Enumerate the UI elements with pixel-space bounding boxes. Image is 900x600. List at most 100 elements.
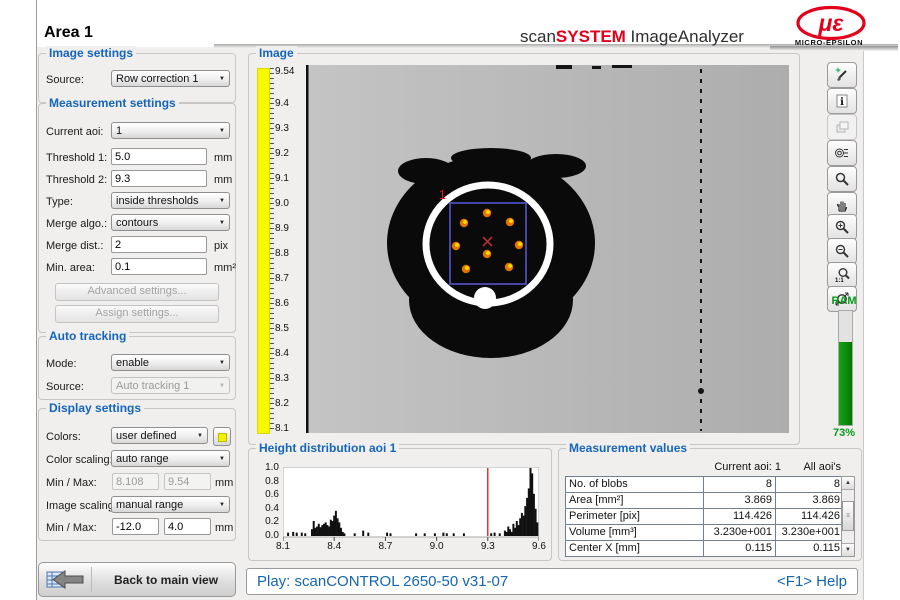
- height-distribution-group: Height distribution aoi 1 1.00.80.60.40.…: [248, 448, 552, 561]
- row-value: 0.115: [776, 541, 842, 556]
- help-link[interactable]: <F1> Help: [777, 573, 847, 590]
- image-canvas[interactable]: 1: [306, 65, 789, 433]
- threshold2-label: Threshold 2:: [46, 174, 107, 186]
- type-select[interactable]: inside thresholds▼: [111, 192, 230, 209]
- status-bar: Play: scanCONTROL 2650-50 v31-07 <F1> He…: [246, 568, 858, 595]
- ram-label: RAM: [824, 295, 864, 307]
- canvas-left-edge: [306, 65, 309, 433]
- histogram-x-tick-label: 9.6: [525, 541, 553, 552]
- chevron-down-icon: ▼: [219, 128, 225, 134]
- merge-dist-label: Merge dist.:: [46, 240, 103, 252]
- row-value: 3.869: [704, 493, 776, 508]
- height-colorbar: [257, 68, 270, 434]
- white-notch: [474, 287, 496, 309]
- zoom-out-button[interactable]: [827, 238, 857, 264]
- table-scrollbar[interactable]: ▲ ≡ ▼: [841, 476, 855, 557]
- row-value: 114.426: [704, 509, 776, 524]
- noise-speckle: [592, 66, 601, 69]
- image-group: Image 9.549.49.39.29.19.08.98.88.78.68.5…: [248, 53, 800, 445]
- measure-picker-icon: [834, 67, 850, 83]
- measurement-values-table: No. of blobs88Area [mm²]3.8693.869Perime…: [565, 476, 843, 557]
- noise-speckle: [698, 388, 704, 394]
- find-button[interactable]: [827, 166, 857, 192]
- type-label: Type:: [46, 196, 73, 208]
- histogram-x-tick-label: 9.3: [474, 541, 502, 552]
- colorbar-tick-label: 9.54: [275, 66, 294, 77]
- merge-algo-select[interactable]: contours▼: [111, 214, 230, 231]
- brand-rest: ImageAnalyzer: [626, 27, 744, 46]
- logo-underline: [770, 46, 898, 51]
- page-title: Area 1: [44, 24, 93, 42]
- pan-hand-icon: [834, 197, 850, 213]
- threshold2-field[interactable]: [111, 170, 207, 187]
- window-copy-icon: [834, 119, 850, 135]
- color-scaling-select[interactable]: auto range▼: [111, 450, 230, 467]
- scrollbar-thumb[interactable]: ≡: [842, 501, 854, 531]
- threshold1-field[interactable]: [111, 148, 207, 165]
- image-source-select[interactable]: Row correction 1▼: [111, 70, 230, 87]
- tracking-source-label: Source:: [46, 381, 84, 393]
- image-scaling-select[interactable]: manual range▼: [111, 496, 230, 513]
- colorbar-ticks: [270, 68, 274, 432]
- brand-scan: scan: [520, 27, 556, 46]
- table-row: Center X [mm]0.1150.115: [566, 541, 842, 557]
- image-max-field[interactable]: [164, 518, 211, 535]
- tracking-mode-select[interactable]: enable▼: [111, 354, 230, 371]
- row-value: 8: [776, 477, 842, 492]
- color-swatch-button[interactable]: [213, 427, 231, 446]
- image-min-field[interactable]: [112, 518, 159, 535]
- current-aoi-label: Current aoi:: [46, 126, 103, 138]
- histogram-x-tick-label: 8.4: [320, 541, 348, 552]
- colorbar-tick-label: 8.3: [275, 373, 289, 384]
- noise-speckle: [612, 65, 632, 68]
- measure-picker-button[interactable]: [827, 62, 857, 88]
- table-row: No. of blobs88: [566, 477, 842, 493]
- histogram-y-tick-label: 0.4: [257, 503, 279, 514]
- merge-dist-field[interactable]: [111, 236, 207, 253]
- min-area-field[interactable]: [111, 258, 207, 275]
- window-right-edge: [863, 47, 864, 600]
- scroll-up-icon[interactable]: ▲: [842, 477, 854, 490]
- threshold2-unit: mm: [214, 174, 232, 186]
- colorbar-tick-label: 8.2: [275, 398, 289, 409]
- colorbar-tick-label: 8.5: [275, 323, 289, 334]
- table-row: Area [mm²]3.8693.869: [566, 493, 842, 509]
- colorbar-tick-label: 8.8: [275, 248, 289, 259]
- ram-percent: 73%: [822, 427, 866, 439]
- histogram-x-tick-label: 8.7: [371, 541, 399, 552]
- measurement-settings-group: Measurement settings Current aoi: 1▼ Thr…: [38, 103, 236, 333]
- threshold1-unit: mm: [214, 152, 232, 164]
- svg-text:i: i: [840, 97, 844, 108]
- histogram-y-tick-label: 0.8: [257, 476, 279, 487]
- group-title: Auto tracking: [46, 329, 129, 343]
- zoom-in-button[interactable]: [827, 214, 857, 240]
- info-button[interactable]: i: [827, 88, 857, 114]
- colors-select[interactable]: user defined▼: [111, 427, 208, 444]
- group-title: Height distribution aoi 1: [256, 441, 399, 455]
- aoi-number-label: 1: [439, 187, 446, 202]
- profile-filter-button[interactable]: [827, 140, 857, 166]
- threshold1-label: Threshold 1:: [46, 152, 107, 164]
- color-min-field: [112, 473, 159, 490]
- row-label: No. of blobs: [566, 477, 704, 492]
- row-label: Center X [mm]: [566, 541, 704, 556]
- chevron-down-icon: ▼: [219, 198, 225, 204]
- group-title: Image: [256, 46, 297, 60]
- back-to-main-view-button[interactable]: Back to main view: [38, 562, 236, 597]
- merge-algo-label: Merge algo.:: [46, 218, 107, 230]
- zoom-1to1-button[interactable]: 1:1: [827, 262, 857, 288]
- assign-settings-button: Assign settings...: [55, 305, 219, 323]
- svg-text:με: με: [818, 10, 845, 36]
- group-title: Measurement settings: [46, 96, 179, 110]
- colorbar-tick-label: 8.6: [275, 298, 289, 309]
- app-window: Area 1 scanSYSTEM ImageAnalyzer με MICRO…: [0, 0, 900, 600]
- histogram-y-tick-label: 1.0: [257, 462, 279, 473]
- image-scaling-label: Image scaling:: [46, 500, 117, 512]
- group-title: Display settings: [46, 401, 144, 415]
- display-settings-group: Display settings Colors: user defined▼ C…: [38, 408, 236, 541]
- profile-filter-icon: [834, 145, 850, 161]
- current-aoi-select[interactable]: 1▼: [111, 122, 230, 139]
- chevron-down-icon: ▼: [219, 502, 225, 508]
- zoom-in-icon: [834, 219, 850, 235]
- scroll-down-icon[interactable]: ▼: [842, 543, 854, 556]
